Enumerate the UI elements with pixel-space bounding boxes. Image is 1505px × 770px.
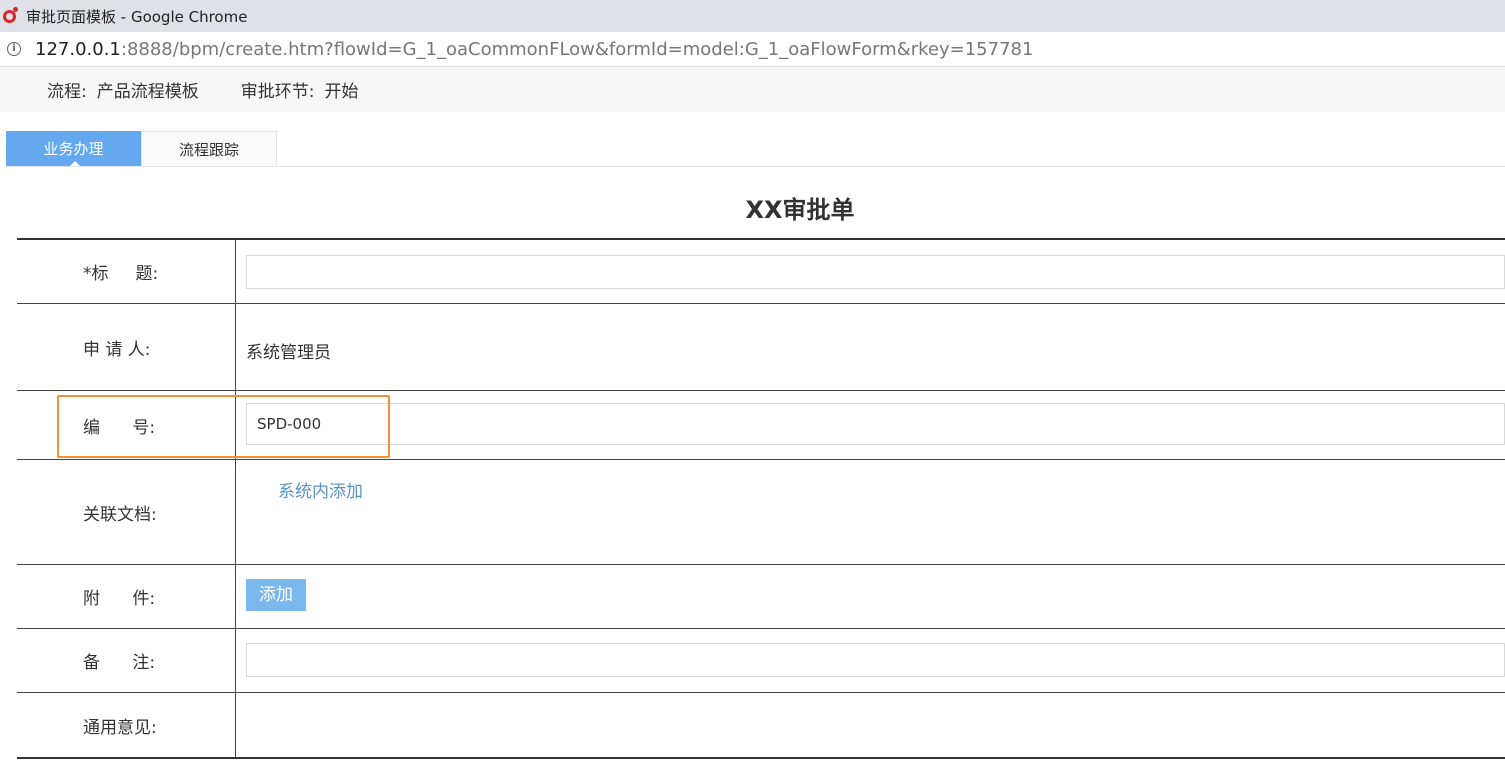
form-row-title: *标 题:	[17, 240, 1505, 304]
form-title: XX审批单	[745, 196, 855, 224]
browser-titlebar: 审批页面模板 - Google Chrome	[0, 0, 1505, 32]
title-cell	[236, 240, 1505, 303]
form-row-opinion: 通用意见:	[17, 693, 1505, 757]
number-cell	[236, 391, 1505, 459]
step-label: 审批环节:	[240, 82, 315, 102]
remark-input[interactable]	[246, 643, 1505, 677]
remark-cell	[236, 629, 1505, 692]
app-logo-icon	[2, 7, 20, 25]
attachment-cell: 添加	[236, 565, 1505, 628]
form-row-remark: 备 注:	[17, 629, 1505, 693]
address-bar[interactable]: i 127.0.0.1:8888/bpm/create.htm?flowId=G…	[0, 32, 1505, 67]
step-value: 开始	[324, 82, 359, 102]
opinion-cell[interactable]	[236, 693, 1505, 757]
attachment-label: 附 件:	[17, 565, 236, 628]
tab-divider	[5, 166, 1505, 167]
applicant-cell: 系统管理员	[236, 304, 1505, 390]
title-label: *标 题:	[17, 240, 236, 303]
add-attachment-button[interactable]: 添加	[246, 579, 306, 611]
url-text[interactable]: 127.0.0.1:8888/bpm/create.htm?flowId=G_1…	[35, 39, 1033, 60]
title-input[interactable]	[246, 255, 1505, 289]
tab-business[interactable]: 业务办理	[6, 131, 141, 168]
related-docs-cell: 系统内添加	[236, 460, 1505, 564]
url-host: 127.0.0.1	[35, 38, 121, 60]
window-title: 审批页面模板 - Google Chrome	[26, 7, 248, 26]
opinion-label: 通用意见:	[17, 693, 236, 757]
form-row-applicant: 申 请 人: 系统管理员	[17, 304, 1505, 391]
approval-form: *标 题: 申 请 人: 系统管理员 编 号: 关联文档: 系统内添加 附 件:…	[17, 238, 1505, 759]
tab-business-label: 业务办理	[43, 140, 104, 158]
add-internal-doc-link[interactable]: 系统内添加	[278, 477, 363, 502]
tab-flow-tracking[interactable]: 流程跟踪	[141, 131, 277, 167]
remark-label: 备 注:	[17, 629, 236, 692]
number-label: 编 号:	[17, 391, 236, 459]
tab-flow-tracking-label: 流程跟踪	[178, 141, 239, 159]
site-info-icon[interactable]: i	[7, 42, 21, 56]
process-value: 产品流程模板	[96, 82, 199, 102]
applicant-value: 系统管理员	[246, 343, 331, 363]
number-input[interactable]	[246, 403, 1505, 445]
process-label: 流程:	[47, 82, 87, 102]
flow-info-bar: 流程: 产品流程模板 审批环节: 开始	[0, 67, 1505, 112]
url-path: :8888/bpm/create.htm?flowId=G_1_oaCommon…	[120, 38, 1034, 60]
form-row-attachment: 附 件: 添加	[17, 565, 1505, 629]
related-docs-label: 关联文档:	[17, 460, 236, 564]
form-row-related-docs: 关联文档: 系统内添加	[17, 460, 1505, 565]
tab-bar: 业务办理 流程跟踪	[0, 112, 1505, 168]
applicant-label: 申 请 人:	[17, 304, 236, 390]
form-row-number: 编 号:	[17, 391, 1505, 460]
